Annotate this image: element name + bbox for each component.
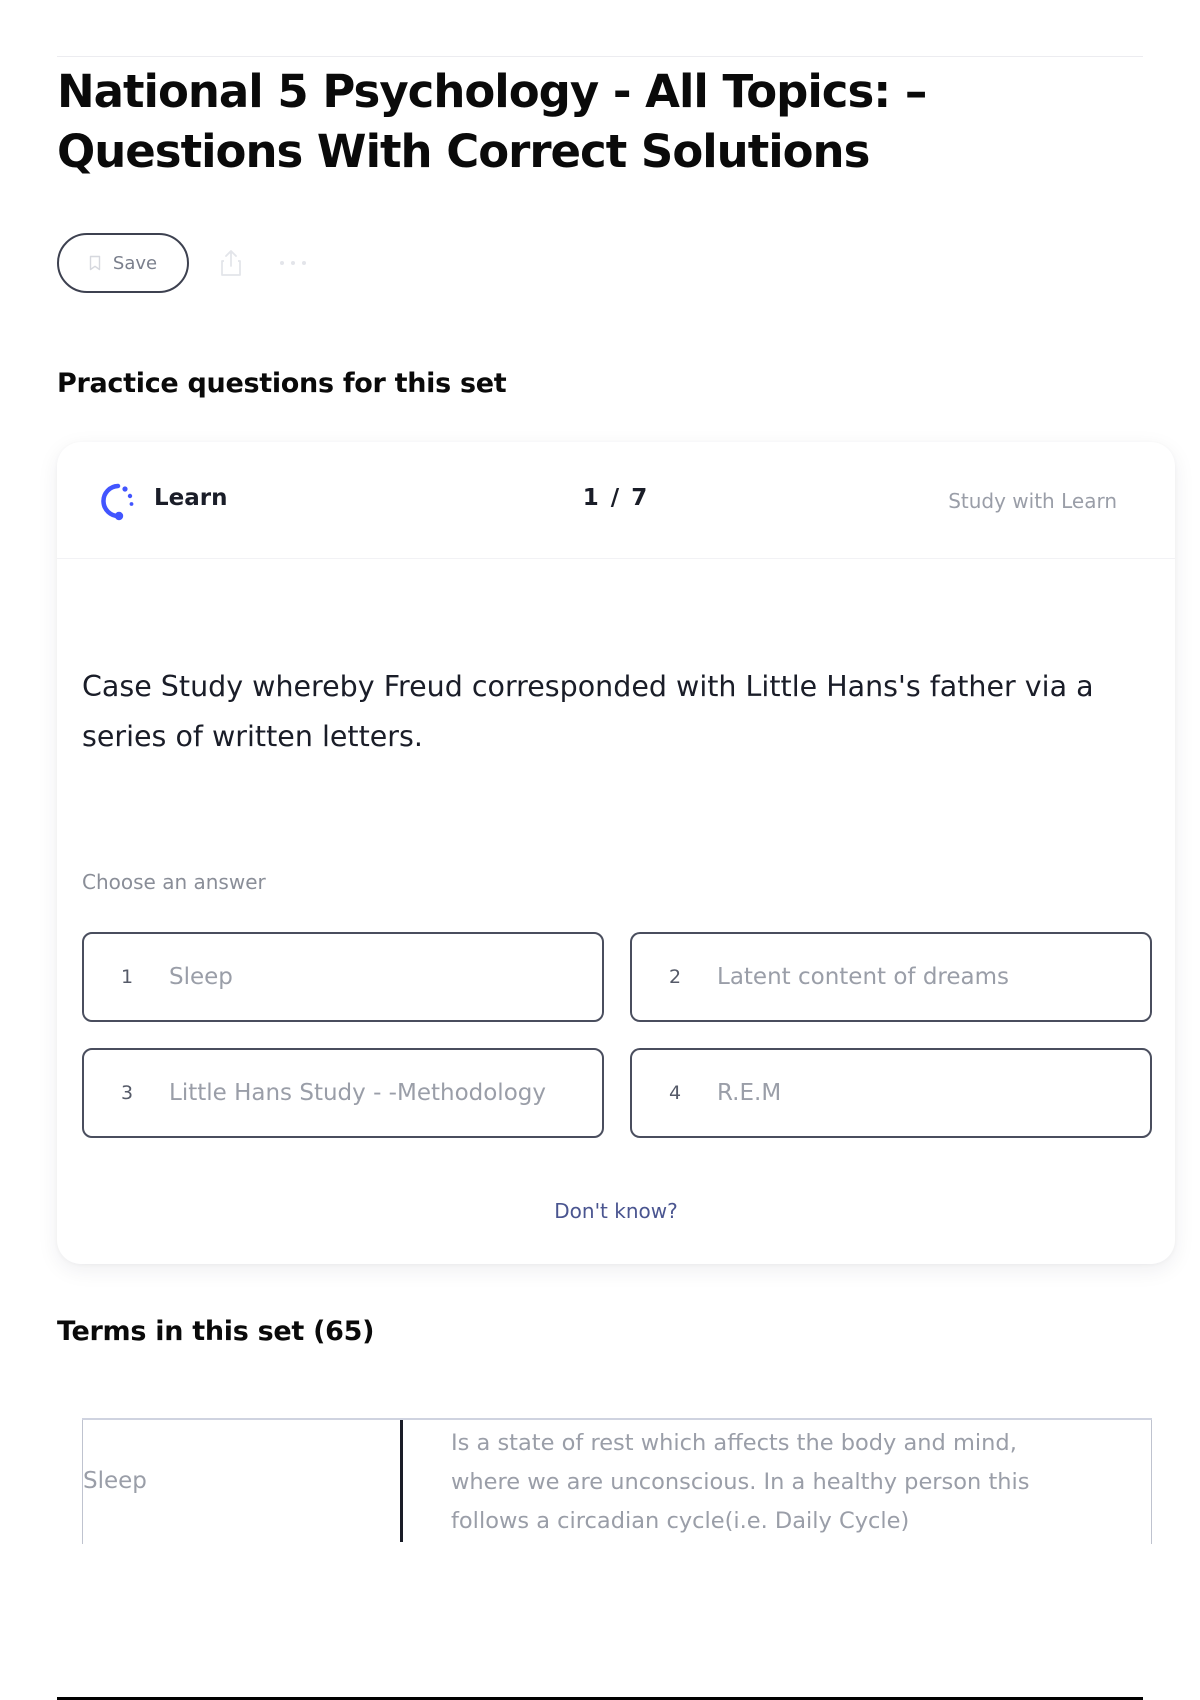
answer-text: Latent content of dreams xyxy=(717,964,1010,990)
answer-number: 2 xyxy=(669,966,682,988)
dont-know-button[interactable]: Don't know? xyxy=(57,1199,1175,1223)
save-button[interactable]: Save xyxy=(57,233,189,293)
save-label: Save xyxy=(112,252,158,274)
choose-answer-label: Choose an answer xyxy=(82,870,266,894)
terms-table: Sleep Is a state of rest which affects t… xyxy=(82,1418,1152,1544)
answer-option-4[interactable]: 4 R.E.M xyxy=(630,1048,1152,1138)
learn-card-header: Learn 1 / 7 Study with Learn xyxy=(57,442,1175,559)
answer-number: 1 xyxy=(121,966,134,988)
answer-option-2[interactable]: 2 Latent content of dreams xyxy=(630,932,1152,1022)
page-title: National 5 Psychology - All Topics: – Qu… xyxy=(57,65,927,178)
learn-card: Learn 1 / 7 Study with Learn Case Study … xyxy=(57,442,1175,1264)
study-with-learn-link[interactable]: Study with Learn xyxy=(948,489,1117,513)
share-button[interactable] xyxy=(211,243,251,283)
answer-option-1[interactable]: 1 Sleep xyxy=(82,932,604,1022)
practice-heading: Practice questions for this set xyxy=(57,368,507,399)
term-word: Sleep xyxy=(83,1468,147,1494)
terms-heading: Terms in this set (65) xyxy=(57,1316,375,1347)
question-text: Case Study whereby Freud corresponded wi… xyxy=(82,670,1094,753)
answer-text: Little Hans Study - -Methodology xyxy=(169,1080,546,1106)
answer-number: 4 xyxy=(669,1082,682,1104)
top-divider xyxy=(57,56,1143,57)
table-border-right xyxy=(1151,1420,1152,1544)
term-definition: Is a state of rest which affects the bod… xyxy=(451,1430,1030,1534)
more-options-button[interactable] xyxy=(273,243,313,283)
answer-text: Sleep xyxy=(169,964,233,990)
term-column-divider xyxy=(400,1420,403,1542)
bookmark-icon xyxy=(89,255,101,271)
answer-options: 1 Sleep 2 Latent content of dreams 3 Lit… xyxy=(82,932,1152,1138)
more-horizontal-icon xyxy=(280,261,306,265)
action-bar: Save xyxy=(57,233,313,293)
answer-text: R.E.M xyxy=(717,1080,782,1106)
share-icon xyxy=(221,250,241,276)
answer-number: 3 xyxy=(121,1082,134,1104)
answer-option-3[interactable]: 3 Little Hans Study - -Methodology xyxy=(82,1048,604,1138)
